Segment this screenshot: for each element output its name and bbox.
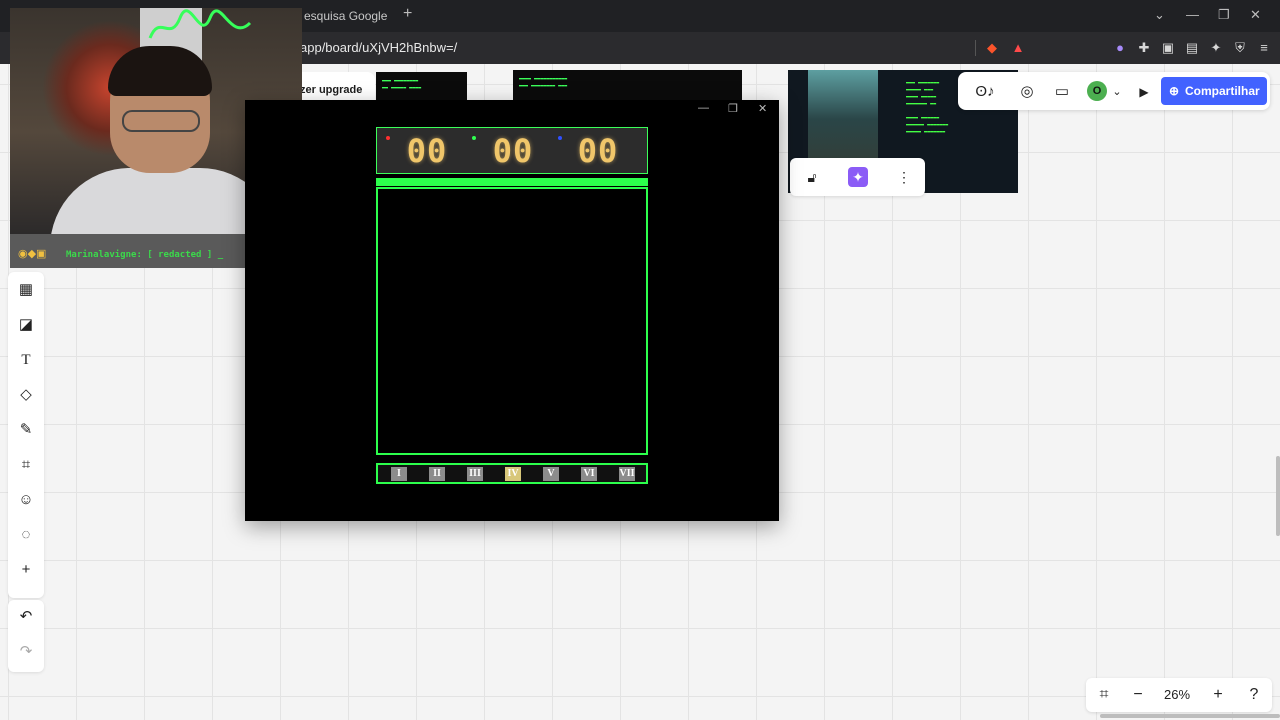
game-playfield[interactable] [376, 187, 648, 455]
reactions-icon[interactable]: ʘ♪ [968, 82, 1002, 102]
level-button-3[interactable]: III [467, 467, 483, 481]
extensions-icon[interactable]: ✚ [1136, 40, 1152, 56]
status-bar [376, 178, 648, 186]
level-selector: I II III IV V VI VII [376, 463, 648, 484]
code-lines: ▬▬▬ ▬▬▬▬▬▬▬▬ ▬▬ ▬▬▬▬▬ ▬▬▬▬ [382, 78, 422, 91]
redo-icon[interactable]: ↷ [16, 642, 36, 662]
zoom-in-icon[interactable]: + [1208, 685, 1228, 705]
comment-icon[interactable]: ◌ [16, 525, 36, 545]
maximize-icon[interactable]: ❐ [728, 102, 738, 115]
leo-ai-icon[interactable]: ✦ [1208, 40, 1224, 56]
score-display-3: 00 [577, 132, 619, 170]
game-titlebar[interactable]: — ❐ ✕ [245, 100, 779, 120]
level-button-5[interactable]: V [543, 467, 559, 481]
shapes-icon[interactable]: ◇ [16, 385, 36, 405]
frame-icon[interactable]: ⌗ [16, 455, 36, 475]
templates-icon[interactable]: ▦ [16, 280, 36, 300]
chat-message: Marinalavigne: [ redacted ] _ [66, 250, 224, 260]
green-indicator [472, 136, 476, 140]
scoreboard: 00 00 00 [376, 127, 648, 174]
game-window[interactable]: — ❐ ✕ 00 00 00 I II III IV V VI VII [245, 100, 779, 521]
sticky-note-icon[interactable]: ◪ [16, 315, 36, 335]
brave-rewards-icon[interactable]: ▲ [1010, 40, 1026, 56]
chevron-down-icon[interactable]: ⌄ [1107, 82, 1127, 102]
ai-sparkle-icon[interactable]: ✦ [848, 167, 868, 187]
more-options-icon[interactable]: ⋮ [894, 167, 914, 187]
close-icon[interactable]: ✕ [1250, 7, 1261, 23]
streamer-glasses [122, 110, 200, 132]
new-tab-icon[interactable]: + [403, 5, 412, 23]
sidebar-icon[interactable]: ▣ [1160, 40, 1176, 56]
minimize-icon[interactable]: — [1186, 7, 1199, 22]
address-divider [975, 40, 976, 56]
chevron-down-icon[interactable]: ⌄ [1154, 7, 1165, 23]
share-button[interactable]: ⊕ Compartilhar [1161, 77, 1267, 105]
zoom-out-icon[interactable]: − [1128, 685, 1148, 705]
video-call-icon[interactable]: ▭ [1052, 82, 1072, 102]
code-lines: ▬▬▬▬ ▬▬▬▬▬▬▬▬▬▬▬ ▬▬▬ ▬▬▬▬▬▬▬▬ ▬▬▬ [519, 76, 568, 89]
chat-badges-icon: ◉◆▣ [18, 248, 47, 260]
level-button-6[interactable]: VI [581, 467, 597, 481]
pen-icon[interactable]: ✎ [16, 420, 36, 440]
score-display-2: 00 [492, 132, 534, 170]
undo-icon[interactable]: ↶ [16, 607, 36, 627]
neon-wire-image [148, 9, 252, 39]
add-icon[interactable]: + [16, 560, 36, 580]
code-frame-2[interactable]: ▬▬▬▬ ▬▬▬▬▬▬▬▬▬▬▬ ▬▬▬ ▬▬▬▬▬▬▬▬ ▬▬▬ [513, 70, 742, 102]
minimize-icon[interactable]: — [698, 102, 709, 114]
present-icon[interactable]: ▶ [1134, 82, 1154, 102]
undo-redo-toolbar: ↶ ↷ [8, 600, 44, 672]
left-toolbar: ▦ ◪ T ◇ ✎ ⌗ ☺ ◌ + [8, 272, 44, 598]
code-frame-1[interactable]: ▬▬▬ ▬▬▬▬▬▬▬▬ ▬▬ ▬▬▬▬▬ ▬▬▬▬ [376, 72, 467, 102]
score-display-1: 00 [406, 132, 448, 170]
zoom-toolbar: ⌗ − 26% + ? [1086, 678, 1272, 712]
collab-toolbar: ʘ♪ ◎ ▭ O ⌄ ▶ ⊕ Compartilhar [958, 72, 1270, 110]
help-icon[interactable]: ? [1244, 685, 1264, 705]
context-toolbar: 🔓︎ ✦ ⋮ [790, 158, 925, 196]
menu-icon[interactable]: ≡ [1256, 40, 1272, 56]
comments-icon[interactable]: ◎ [1017, 82, 1037, 102]
avatar[interactable]: O [1087, 81, 1107, 101]
browser-tab[interactable]: esquisa Google [290, 6, 401, 32]
brave-shield-icon[interactable]: ◆ [984, 40, 1000, 56]
close-icon[interactable]: ✕ [758, 102, 767, 115]
level-button-7[interactable]: VII [619, 467, 635, 481]
restore-icon[interactable]: ❐ [1218, 7, 1230, 23]
blue-indicator [558, 136, 562, 140]
red-indicator [386, 136, 390, 140]
level-button-1[interactable]: I [391, 467, 407, 481]
share-label: Compartilhar [1185, 84, 1260, 98]
fit-screen-icon[interactable]: ⌗ [1094, 685, 1114, 705]
code-lines: ▬▬▬ ▬▬▬▬▬▬▬ ▬▬▬▬▬ ▬▬▬ ▬▬▬▬ ▬▬▬▬▬ ▬▬▬▬▬▬▬ ▬▬… [906, 80, 949, 135]
wallet-drop-icon[interactable]: ● [1112, 40, 1128, 56]
globe-icon: ⊕ [1169, 84, 1180, 98]
level-button-4[interactable]: IV [505, 467, 521, 481]
lock-icon[interactable]: 🔓︎ [802, 167, 822, 187]
level-button-2[interactable]: II [429, 467, 445, 481]
vertical-scrollbar[interactable] [1276, 456, 1280, 536]
wallet-icon[interactable]: ▤ [1184, 40, 1200, 56]
horizontal-scrollbar[interactable] [1100, 714, 1280, 718]
text-icon[interactable]: T [16, 350, 36, 370]
zoom-level[interactable]: 26% [1164, 687, 1190, 702]
vpn-icon[interactable]: ⛨ [1232, 40, 1248, 56]
stickers-icon[interactable]: ☺ [16, 490, 36, 510]
url-field[interactable]: app/board/uXjVH2hBnbw=/ [300, 40, 457, 55]
